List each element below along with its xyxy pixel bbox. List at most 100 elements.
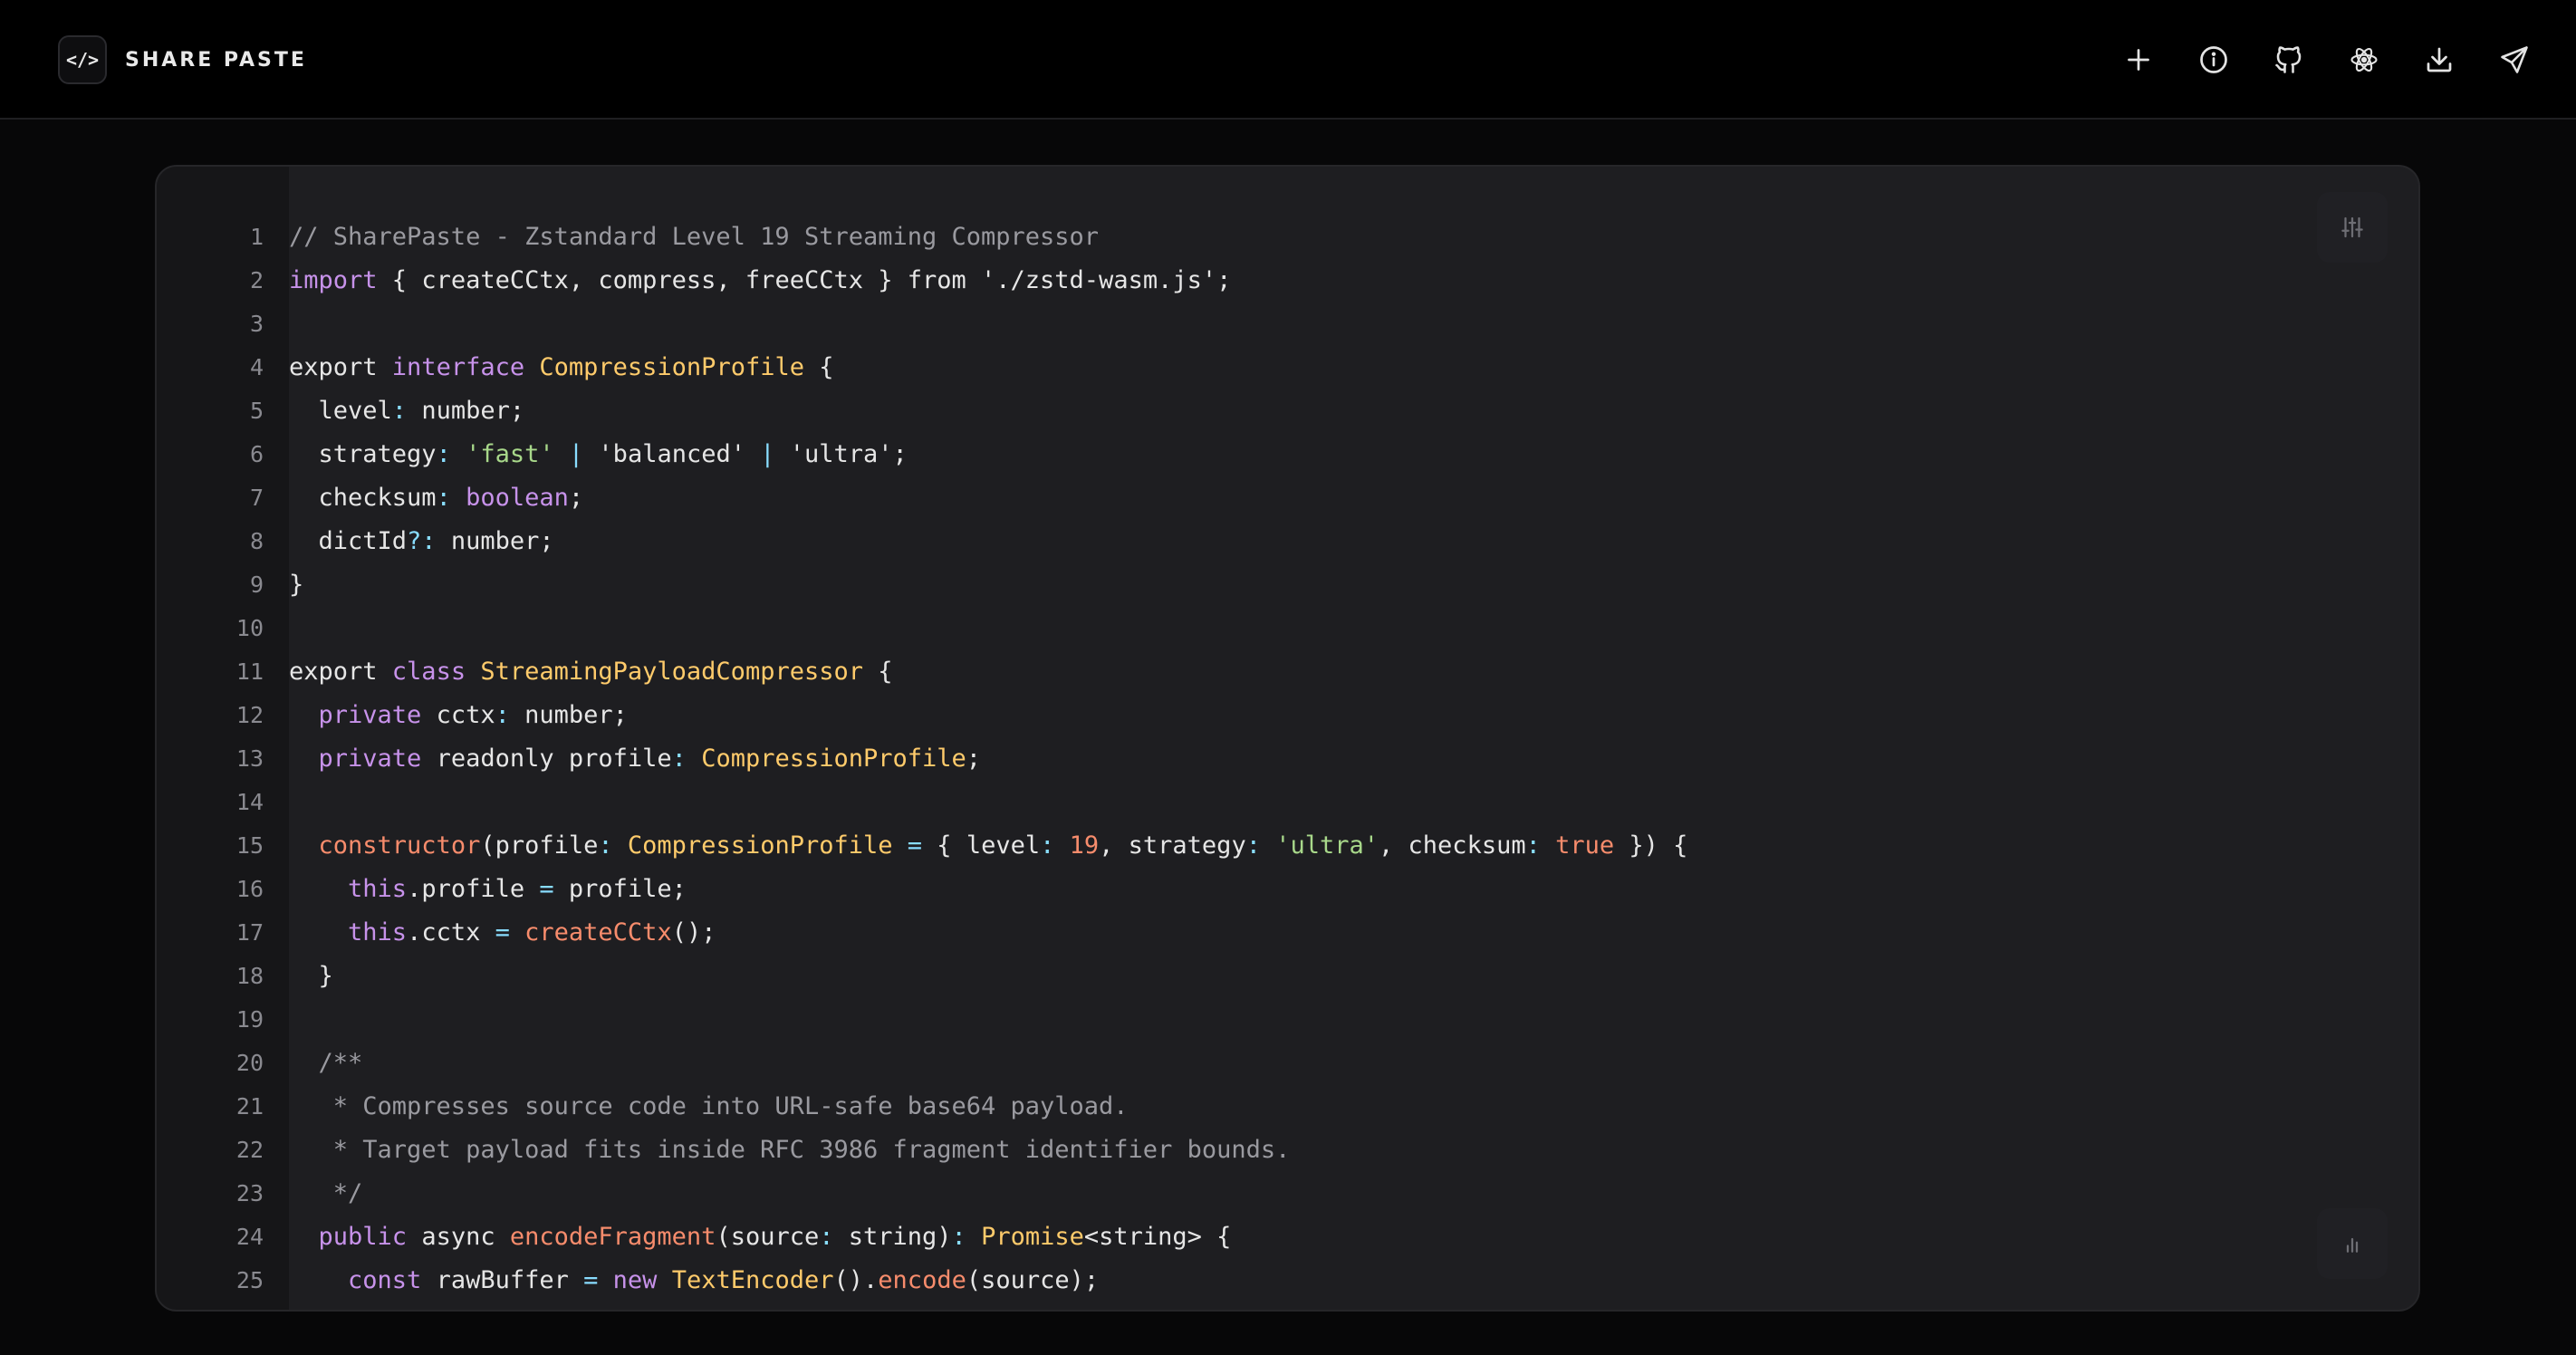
code-token: constructor <box>318 831 481 860</box>
code-token: : <box>495 701 510 729</box>
code-token: = <box>583 1266 599 1294</box>
code-token: = <box>907 831 923 860</box>
brand[interactable]: </> SHARE PASTE <box>58 34 307 85</box>
atom-icon <box>2350 47 2378 72</box>
code-line[interactable]: 10 <box>157 607 2418 650</box>
code-token: : <box>1525 831 1541 860</box>
code-line[interactable]: 8 dictId?: number; <box>157 520 2418 563</box>
code-text: this.cctx = createCCtx(); <box>289 911 716 955</box>
code-token: number; <box>509 701 628 729</box>
code-line[interactable]: 1 // SharePaste - Zstandard Level 19 Stre… <box>157 216 2418 259</box>
code-token: boolean <box>466 484 569 512</box>
code-line[interactable]: 4 export interface CompressionProfile { <box>157 346 2418 389</box>
new-paste-button[interactable] <box>2113 34 2164 85</box>
code-token: } <box>289 962 333 990</box>
code-token: this <box>348 918 408 947</box>
code-line[interactable]: 20 /** <box>157 1042 2418 1085</box>
code-text: public async encodeFragment(source: stri… <box>289 1216 1232 1259</box>
code-token: new <box>612 1266 658 1294</box>
line-number: 16 <box>235 876 264 902</box>
code-line[interactable]: 5 level: number; <box>157 389 2418 433</box>
code-token: { <box>862 658 893 686</box>
line-number: 4 <box>249 354 264 380</box>
code-token: { level <box>922 831 1041 860</box>
code-text: level: number; <box>289 389 525 433</box>
code-text: const rawBuffer = new TextEncoder().enco… <box>289 1259 1099 1302</box>
code-token: { <box>803 353 834 381</box>
code-token: (source); <box>966 1266 1100 1294</box>
line-number: 25 <box>235 1267 264 1293</box>
code-content[interactable]: 1 // SharePaste - Zstandard Level 19 Stre… <box>157 216 2418 1302</box>
share-button[interactable] <box>2489 34 2540 85</box>
line-number: 12 <box>235 702 264 728</box>
code-line[interactable]: 16 this.profile = profile; <box>157 868 2418 911</box>
code-token: : <box>436 440 451 468</box>
code-line[interactable]: 9} <box>157 563 2418 607</box>
download-button[interactable] <box>2414 34 2465 85</box>
code-line[interactable]: 21 * Compresses source code into URL-saf… <box>157 1085 2418 1129</box>
code-line[interactable]: 2 import { createCCtx, compress, freeCCtx… <box>157 259 2418 303</box>
code-text: checksum: boolean; <box>289 476 584 520</box>
code-line[interactable]: 7 checksum: boolean; <box>157 476 2418 520</box>
code-token: /** <box>289 1049 363 1077</box>
code-token: CompressionProfile <box>627 831 893 860</box>
info-button[interactable] <box>2188 34 2239 85</box>
code-line[interactable]: 13 private readonly profile: Compression… <box>157 737 2418 781</box>
code-logo-icon: </> <box>58 35 107 84</box>
code-token: 'fast' <box>466 440 554 468</box>
editor-settings-button[interactable] <box>2317 192 2388 263</box>
code-line[interactable]: 14 <box>157 781 2418 824</box>
code-line[interactable]: 15 constructor(profile: CompressionProfi… <box>157 824 2418 868</box>
code-token: encodeFragment <box>509 1223 716 1251</box>
code-token: rawBuffer <box>421 1266 584 1294</box>
code-token: 'balanced' <box>583 440 761 468</box>
line-number: 23 <box>235 1180 264 1206</box>
code-token: : <box>598 831 613 860</box>
code-line[interactable]: 18 } <box>157 955 2418 998</box>
code-token: string) <box>833 1223 952 1251</box>
code-token: 'ultra' <box>1275 831 1379 860</box>
code-token: { createCCtx, compress, freeCCtx } from … <box>377 266 1232 294</box>
code-token: dictId <box>289 527 408 555</box>
code-editor[interactable]: 1 // SharePaste - Zstandard Level 19 Stre… <box>155 165 2420 1312</box>
code-token: readonly profile <box>421 745 672 773</box>
react-button[interactable] <box>2339 34 2389 85</box>
code-token: */ <box>289 1179 363 1207</box>
code-text: import { createCCtx, compress, freeCCtx … <box>289 259 1231 303</box>
line-number: 9 <box>249 572 264 598</box>
code-line[interactable]: 24 public async encodeFragment(source: s… <box>157 1216 2418 1259</box>
code-token: = <box>539 875 554 903</box>
code-line[interactable]: 23 */ <box>157 1172 2418 1216</box>
code-line[interactable]: 11 export class StreamingPayloadCompresso… <box>157 650 2418 694</box>
code-line[interactable]: 25 const rawBuffer = new TextEncoder().e… <box>157 1259 2418 1302</box>
bar-chart-icon <box>2346 1237 2359 1253</box>
code-token: async <box>407 1223 510 1251</box>
code-line[interactable]: 3 <box>157 303 2418 346</box>
code-token: : <box>1245 831 1261 860</box>
code-token: private <box>318 701 422 729</box>
github-button[interactable] <box>2264 34 2314 85</box>
code-text: } <box>289 955 333 998</box>
code-token: CompressionProfile <box>539 353 804 381</box>
code-token: = <box>495 918 510 947</box>
code-text: export interface CompressionProfile { <box>289 346 834 389</box>
line-number: 20 <box>235 1050 264 1076</box>
code-line[interactable]: 6 strategy: 'fast' | 'balanced' | 'ultra… <box>157 433 2418 476</box>
code-line[interactable]: 22 * Target payload fits inside RFC 3986… <box>157 1129 2418 1172</box>
code-token: checksum <box>289 484 437 512</box>
code-line[interactable]: 12 private cctx: number; <box>157 694 2418 737</box>
code-line[interactable]: 19 <box>157 998 2418 1042</box>
line-number: 15 <box>235 832 264 859</box>
code-line[interactable]: 17 this.cctx = createCCtx(); <box>157 911 2418 955</box>
code-token: <string> { <box>1083 1223 1232 1251</box>
stats-button[interactable] <box>2317 1208 2388 1279</box>
